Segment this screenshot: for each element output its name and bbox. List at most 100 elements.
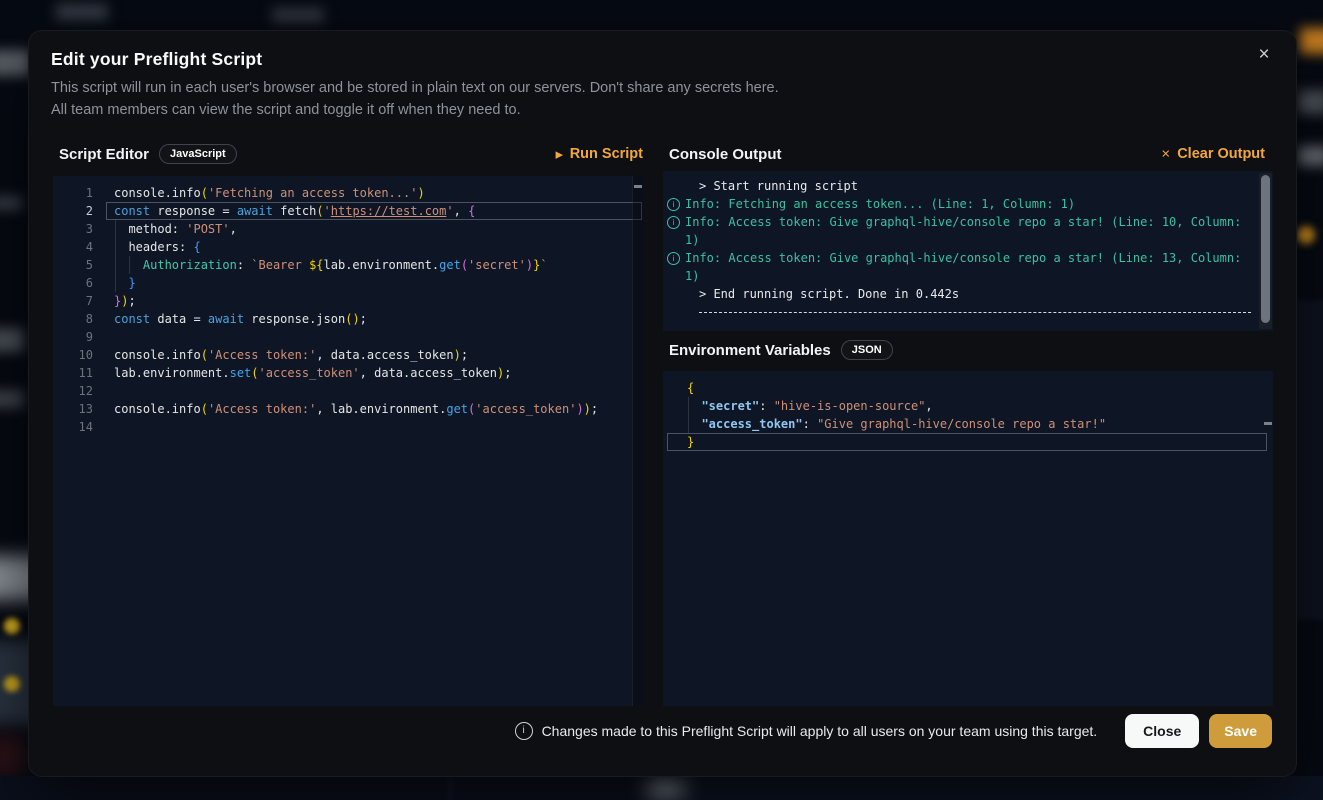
line-number: 4 bbox=[53, 238, 93, 256]
save-button[interactable]: Save bbox=[1209, 714, 1272, 748]
script-editor-title: Script Editor bbox=[59, 146, 149, 163]
console-entry-text: Info: Access token: Give graphql-hive/co… bbox=[685, 215, 1241, 247]
indent-guide bbox=[115, 220, 116, 292]
code-line[interactable]: 13 console.info('Access token:', lab.envi… bbox=[53, 400, 643, 418]
editor-scrollbar[interactable] bbox=[632, 176, 643, 706]
code-text: console.info('Fetching an access token..… bbox=[114, 184, 425, 202]
line-number: 1 bbox=[53, 184, 93, 202]
close-icon[interactable]: × bbox=[1250, 41, 1278, 69]
backdrop-blur-shape bbox=[0, 390, 24, 408]
line-number: 5 bbox=[53, 256, 93, 274]
modal-title: Edit your Preflight Script bbox=[51, 49, 262, 70]
backdrop-blur-shape bbox=[680, 776, 1323, 800]
backdrop-blur-shape bbox=[4, 618, 20, 634]
code-line[interactable]: 14 bbox=[53, 418, 643, 436]
code-line[interactable]: 9 bbox=[53, 328, 643, 346]
line-number: 6 bbox=[53, 274, 93, 292]
close-button[interactable]: Close bbox=[1125, 714, 1199, 748]
info-icon: i bbox=[667, 252, 680, 265]
console-entry-text: > End running script. Done in 0.442s bbox=[699, 287, 959, 301]
info-icon: i bbox=[515, 722, 533, 740]
modal-description: This script will run in each user's brow… bbox=[51, 77, 779, 121]
backdrop-blur-shape bbox=[0, 776, 1323, 800]
environment-json: { "secret": "hive-is-open-source", "acce… bbox=[663, 371, 1273, 451]
code-text: "access_token": "Give graphql-hive/conso… bbox=[687, 415, 1106, 433]
line-number: 3 bbox=[53, 220, 93, 238]
code-line[interactable]: } bbox=[663, 433, 1273, 451]
backdrop-blur-shape bbox=[648, 782, 684, 796]
console-output: > Start running script iInfo: Fetching an… bbox=[663, 171, 1273, 331]
code-text: console.info('Access token:', data.acces… bbox=[114, 346, 468, 364]
backdrop-blur-shape bbox=[1298, 90, 1323, 114]
console-header: Console Output × Clear Output bbox=[663, 139, 1273, 169]
console-entry-text: Info: Access token: Give graphql-hive/co… bbox=[685, 251, 1241, 283]
environment-variables-title: Environment Variables bbox=[669, 342, 831, 359]
backdrop-blur-shape bbox=[1298, 146, 1323, 166]
code-line[interactable]: 5 Authorization: `Bearer ${lab.environme… bbox=[53, 256, 643, 274]
console-entry-text: > Start running script bbox=[699, 179, 858, 193]
console-output-title: Console Output bbox=[669, 146, 782, 163]
code-text: const response = await fetch('https://te… bbox=[114, 202, 475, 220]
backdrop-blur-shape bbox=[1300, 28, 1323, 54]
description-line: This script will run in each user's brow… bbox=[51, 77, 779, 99]
code-text: headers: { bbox=[114, 238, 201, 256]
screen: × Edit your Preflight Script This script… bbox=[0, 0, 1323, 800]
clear-output-button[interactable]: × Clear Output bbox=[1161, 146, 1265, 163]
code-line[interactable]: 8const data = await response.json(); bbox=[53, 310, 643, 328]
overview-ruler-mark bbox=[634, 185, 642, 188]
code-line[interactable]: 3 method: 'POST', bbox=[53, 220, 643, 238]
clear-icon: × bbox=[1161, 145, 1170, 162]
modal-footer: i Changes made to this Preflight Script … bbox=[53, 712, 1272, 750]
code-text: { bbox=[687, 379, 694, 397]
backdrop-blur-shape bbox=[272, 8, 324, 22]
info-icon: i bbox=[667, 216, 680, 229]
code-text: console.info('Access token:', lab.enviro… bbox=[114, 400, 598, 418]
code-line[interactable]: 12 bbox=[53, 382, 643, 400]
console-entry: iInfo: Fetching an access token... (Line… bbox=[663, 195, 1273, 213]
clear-output-label: Clear Output bbox=[1177, 146, 1265, 162]
console-separator bbox=[699, 312, 1251, 313]
scrollbar-thumb[interactable] bbox=[1261, 175, 1270, 323]
code-line[interactable]: "secret": "hive-is-open-source", bbox=[663, 397, 1273, 415]
console-entry: > Start running script bbox=[663, 177, 1273, 195]
code-line[interactable]: "access_token": "Give graphql-hive/conso… bbox=[663, 415, 1273, 433]
preflight-script-modal: × Edit your Preflight Script This script… bbox=[28, 30, 1297, 777]
code-line[interactable]: 1 console.info('Fetching an access token.… bbox=[53, 184, 643, 202]
code-line[interactable]: 4 headers: { bbox=[53, 238, 643, 256]
line-number: 9 bbox=[53, 328, 93, 346]
line-number: 12 bbox=[53, 382, 93, 400]
run-script-button[interactable]: ▶ Run Script bbox=[556, 146, 643, 162]
line-number: 2 bbox=[53, 202, 93, 220]
console-scrollbar[interactable] bbox=[1259, 173, 1272, 329]
backdrop-blur-shape bbox=[0, 735, 25, 775]
backdrop-blur-shape bbox=[449, 776, 452, 800]
indent-guide bbox=[129, 256, 130, 274]
play-icon: ▶ bbox=[556, 149, 563, 160]
code-text: "secret": "hive-is-open-source", bbox=[687, 397, 933, 415]
backdrop-blur-shape bbox=[0, 196, 22, 210]
backdrop-blur-shape bbox=[0, 328, 24, 352]
line-number: 10 bbox=[53, 346, 93, 364]
backdrop-blur-shape bbox=[1294, 300, 1323, 620]
line-number: 11 bbox=[53, 364, 93, 382]
console-log: > Start running script iInfo: Fetching an… bbox=[663, 171, 1273, 313]
code-line[interactable]: 11lab.environment.set('access_token', da… bbox=[53, 364, 643, 382]
script-editor[interactable]: 1 console.info('Fetching an access token.… bbox=[53, 176, 643, 706]
line-number: 8 bbox=[53, 310, 93, 328]
javascript-badge: JavaScript bbox=[159, 144, 237, 164]
code-line[interactable]: 2 const response = await fetch('https://t… bbox=[53, 202, 643, 220]
code-text: Authorization: `Bearer ${lab.environment… bbox=[114, 256, 548, 274]
script-editor-header: Script Editor JavaScript ▶ Run Script bbox=[53, 139, 643, 169]
run-script-label: Run Script bbox=[570, 146, 643, 162]
code-line[interactable]: 7}); bbox=[53, 292, 643, 310]
code-text: method: 'POST', bbox=[114, 220, 237, 238]
code-line[interactable]: 6 } bbox=[53, 274, 643, 292]
indent-guide bbox=[688, 397, 689, 433]
line-number: 13 bbox=[53, 400, 93, 418]
code-line[interactable]: 10 console.info('Access token:', data.acc… bbox=[53, 346, 643, 364]
code-line[interactable]: { bbox=[663, 379, 1273, 397]
backdrop-blur-shape bbox=[1297, 226, 1315, 244]
environment-variables-editor[interactable]: { "secret": "hive-is-open-source", "acce… bbox=[663, 371, 1273, 706]
backdrop-blur-shape bbox=[56, 4, 108, 20]
line-number: 7 bbox=[53, 292, 93, 310]
